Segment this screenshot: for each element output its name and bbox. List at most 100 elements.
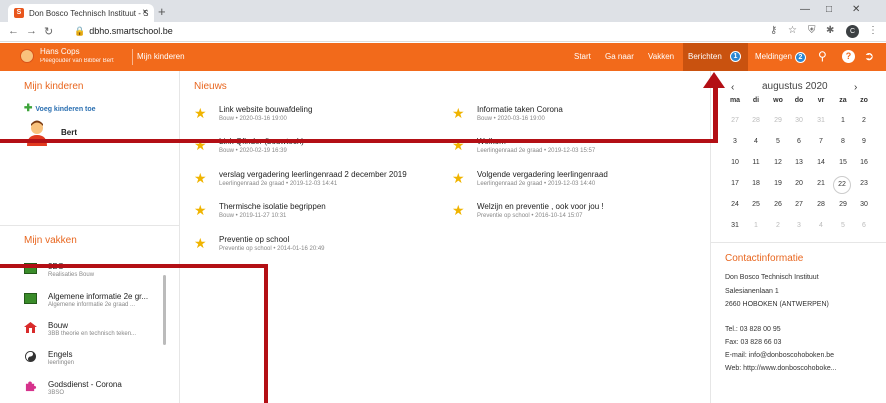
search-icon[interactable]: ⚲ xyxy=(818,49,827,63)
calendar-day[interactable]: 22 xyxy=(833,176,851,194)
annotation-line xyxy=(264,264,268,403)
nav-meldingen-label: Meldingen xyxy=(755,52,792,61)
star-icon: ★ xyxy=(452,105,465,121)
calendar-day[interactable]: 26 xyxy=(768,197,788,213)
plus-icon: ✚ xyxy=(24,103,33,114)
calendar-day[interactable]: 9 xyxy=(854,134,874,150)
calendar-day[interactable]: 7 xyxy=(811,134,831,150)
maximize-icon[interactable]: □ xyxy=(826,4,832,15)
calendar-day[interactable]: 21 xyxy=(811,176,831,192)
star-icon: ★ xyxy=(194,235,207,251)
news-meta: Bouw • 2020-03-16 19:00 xyxy=(219,116,287,122)
smartschool-favicon-icon: S xyxy=(14,8,24,18)
mijn-kinderen-link[interactable]: Mijn kinderen xyxy=(137,52,185,61)
browser-menu-icon[interactable]: ⋮ xyxy=(868,25,878,36)
calendar-day[interactable]: 8 xyxy=(833,134,853,150)
calendar-day[interactable]: 28 xyxy=(746,113,766,129)
yin-yang-icon xyxy=(25,351,36,362)
child-name[interactable]: Bert xyxy=(61,128,77,137)
green-board-icon xyxy=(24,293,37,304)
calendar-day[interactable]: 5 xyxy=(833,218,853,234)
calendar-day[interactable]: 10 xyxy=(725,155,745,171)
smartschool-topbar: Hans Cops Pleegouder van Bibber Bert Mij… xyxy=(0,43,886,71)
calendar-day[interactable]: 12 xyxy=(768,155,788,171)
calendar-day[interactable]: 1 xyxy=(746,218,766,234)
calendar-day[interactable]: 6 xyxy=(789,134,809,150)
calendar-day[interactable]: 3 xyxy=(789,218,809,234)
nav-berichten[interactable]: Berichten 1 xyxy=(683,43,748,71)
nav-start[interactable]: Start xyxy=(574,52,591,61)
news-meta: Preventie op school • 2014-01-16 20:49 xyxy=(219,246,325,252)
calendar-day[interactable]: 28 xyxy=(811,197,831,213)
calendar-day[interactable]: 6 xyxy=(854,218,874,234)
calendar-day[interactable]: 15 xyxy=(833,155,853,171)
calendar-day[interactable]: 11 xyxy=(746,155,766,171)
calendar-day[interactable]: 16 xyxy=(854,155,874,171)
calendar-day[interactable]: 3 xyxy=(725,134,745,150)
nav-meldingen[interactable]: Meldingen 2 xyxy=(755,52,806,63)
user-avatar[interactable] xyxy=(20,49,34,63)
house-icon xyxy=(24,322,37,333)
calendar-day[interactable]: 29 xyxy=(768,113,788,129)
new-tab-button[interactable]: + xyxy=(158,4,166,19)
browser-tab[interactable]: S Don Bosco Technisch Instituut - S × xyxy=(8,4,154,22)
calendar-day[interactable]: 30 xyxy=(789,113,809,129)
news-title: Preventie op school xyxy=(219,235,290,244)
calendar-day[interactable]: 27 xyxy=(725,113,745,129)
berichten-count-badge: 1 xyxy=(730,51,741,62)
news-meta: Preventie op school • 2016-10-14 15:07 xyxy=(477,213,583,219)
bookmark-star-icon[interactable]: ☆ xyxy=(788,25,797,36)
contact-line[interactable]: Web: http://www.donboscohoboke... xyxy=(725,365,837,372)
scrollbar[interactable] xyxy=(163,275,166,345)
calendar-day[interactable]: 31 xyxy=(811,113,831,129)
key-icon[interactable]: ⚷ xyxy=(770,25,777,36)
tab-close-icon[interactable]: × xyxy=(142,7,148,18)
profile-avatar[interactable]: C xyxy=(846,25,859,38)
nav-vakken[interactable]: Vakken xyxy=(648,52,674,61)
star-icon: ★ xyxy=(194,202,207,218)
nav-ga-naar[interactable]: Ga naar xyxy=(605,52,634,61)
calendar-day[interactable]: 31 xyxy=(725,218,745,234)
calendar-day[interactable]: 14 xyxy=(811,155,831,171)
window-close-icon[interactable]: ✕ xyxy=(852,4,860,15)
reload-icon[interactable]: ↻ xyxy=(44,25,53,38)
voeg-kinderen-label: Voeg kinderen toe xyxy=(35,106,96,113)
minimize-icon[interactable]: — xyxy=(800,4,810,15)
calendar-day[interactable]: 1 xyxy=(833,113,853,129)
calendar-day[interactable]: 29 xyxy=(833,197,853,213)
calendar-day[interactable]: 24 xyxy=(725,197,745,213)
forward-icon[interactable]: → xyxy=(26,25,37,37)
calendar-day[interactable]: 2 xyxy=(768,218,788,234)
calendar-day[interactable]: 19 xyxy=(768,176,788,192)
voeg-kinderen-toe-link[interactable]: ✚ Voeg kinderen toe xyxy=(24,103,96,114)
logout-icon[interactable]: ➲ xyxy=(864,49,874,63)
user-name[interactable]: Hans Cops xyxy=(40,47,80,56)
calendar-next-button[interactable]: › xyxy=(854,82,857,93)
news-title: Volgende vergadering leerlingenraad xyxy=(477,170,608,179)
mijn-kinderen-title: Mijn kinderen xyxy=(24,81,84,92)
extensions-puzzle-icon[interactable]: ✱ xyxy=(826,25,834,36)
calendar-day[interactable]: 23 xyxy=(854,176,874,192)
contact-line[interactable]: E-mail: info@donboscohoboken.be xyxy=(725,352,834,359)
calendar-prev-button[interactable]: ‹ xyxy=(731,82,734,93)
calendar-day[interactable]: 18 xyxy=(746,176,766,192)
news-title: Informatie taken Corona xyxy=(477,105,563,114)
star-icon: ★ xyxy=(194,105,207,121)
calendar-day[interactable]: 20 xyxy=(789,176,809,192)
back-icon[interactable]: ← xyxy=(8,25,19,37)
calendar-day[interactable]: 25 xyxy=(746,197,766,213)
divider xyxy=(711,242,886,243)
calendar-day[interactable]: 13 xyxy=(789,155,809,171)
calendar-day[interactable]: 4 xyxy=(811,218,831,234)
calendar-day[interactable]: 27 xyxy=(789,197,809,213)
calendar-day[interactable]: 17 xyxy=(725,176,745,192)
url-field[interactable]: 🔒 dbho.smartschool.be xyxy=(74,26,173,37)
help-icon[interactable]: ? xyxy=(842,50,855,63)
calendar-day[interactable]: 30 xyxy=(854,197,874,213)
calendar-day[interactable]: 2 xyxy=(854,113,874,129)
course-name: Bouw xyxy=(48,321,69,330)
calendar-day[interactable]: 5 xyxy=(768,134,788,150)
calendar-dow: ma xyxy=(729,97,741,104)
calendar-day[interactable]: 4 xyxy=(746,134,766,150)
extension-shield-icon[interactable]: ⛨ xyxy=(808,25,816,36)
